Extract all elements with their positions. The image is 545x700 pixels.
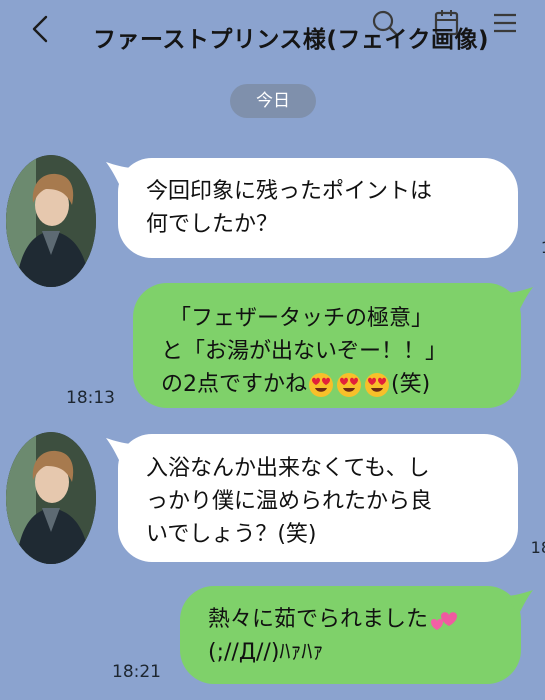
message-text-line: の2点ですかね (笑) bbox=[161, 368, 521, 401]
bubble-tail bbox=[106, 438, 134, 462]
bubble-tail bbox=[505, 287, 533, 311]
message-bubble-outgoing[interactable]: 熱々に茹でられました (;//Д//)ﾊｧﾊｧ bbox=[180, 586, 533, 684]
date-separator: 今日 bbox=[230, 84, 316, 118]
message-time: 1 bbox=[541, 238, 545, 257]
bubble-tail bbox=[106, 162, 134, 186]
two-hearts-icon bbox=[431, 612, 458, 630]
message-text: っかり僕に温められたから良 bbox=[146, 489, 433, 514]
message-time: 18 bbox=[530, 538, 545, 557]
chat-title: ファーストプリンス様(フェイク画像) bbox=[93, 27, 489, 53]
bubble-tail bbox=[505, 590, 533, 614]
message-time: 18:13 bbox=[66, 388, 115, 408]
message-text: の2点ですかね bbox=[161, 372, 307, 397]
message-time: 18:21 bbox=[112, 662, 161, 682]
message-text: (笑) bbox=[391, 372, 431, 397]
message-text: 今回印象に残ったポイントは bbox=[146, 179, 433, 204]
message-text: いでしょう？(笑) bbox=[146, 522, 317, 547]
menu-icon[interactable] bbox=[490, 8, 520, 38]
message-bubble-outgoing[interactable]: 「フェザータッチの極意」 と「お湯が出ないぞー！！」 の2点ですかね (笑) bbox=[133, 283, 533, 408]
heart-eyes-face-icon bbox=[309, 373, 333, 397]
heart-eyes-face-icon bbox=[337, 373, 361, 397]
message-text: (;//Д//)ﾊｧﾊｧ bbox=[208, 640, 324, 665]
message-bubble-incoming[interactable]: 今回印象に残ったポイントは 何でしたか？ bbox=[106, 158, 518, 258]
heart-eyes-face-icon bbox=[365, 373, 389, 397]
message-text-line: 熱々に茹でられました bbox=[208, 603, 521, 636]
message-text: 何でしたか？ bbox=[146, 212, 279, 237]
avatar[interactable] bbox=[6, 155, 96, 287]
chevron-left-icon[interactable] bbox=[28, 14, 54, 44]
message-text: 「フェザータッチの極意」 bbox=[169, 306, 434, 331]
message-bubble-incoming[interactable]: 入浴なんか出来なくても、し っかり僕に温められたから良 いでしょう？(笑) bbox=[106, 434, 518, 562]
message-text: と「お湯が出ないぞー！！」 bbox=[161, 339, 448, 364]
chat-header: ファーストプリンス様(フェイク画像) bbox=[0, 0, 545, 78]
message-text: 熱々に茹でられました bbox=[208, 607, 429, 632]
message-text: 入浴なんか出来なくても、し bbox=[146, 456, 430, 481]
avatar[interactable] bbox=[6, 432, 96, 564]
